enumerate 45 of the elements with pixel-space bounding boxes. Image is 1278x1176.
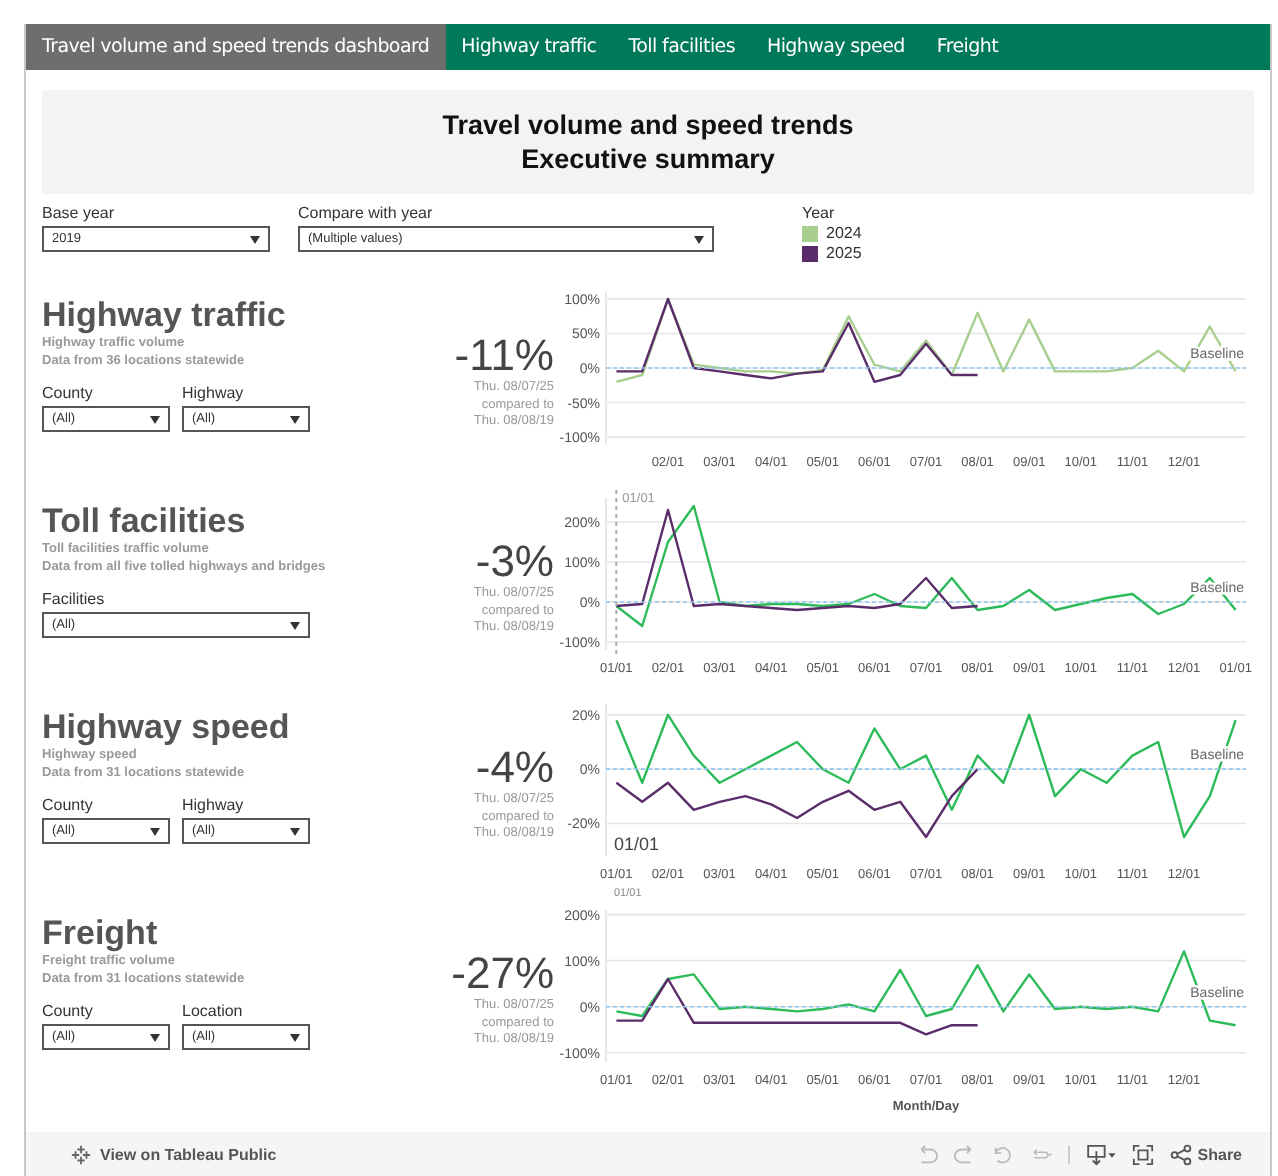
filter-label: Facilities bbox=[42, 590, 107, 608]
legend-label: 2024 bbox=[826, 224, 862, 242]
redo-icon[interactable] bbox=[953, 1143, 976, 1165]
percent-change: -3% bbox=[475, 538, 554, 586]
percent-change: -27% bbox=[451, 950, 554, 998]
filter-label: Highway bbox=[182, 796, 246, 814]
nav-tab[interactable]: Highway traffic bbox=[445, 24, 613, 70]
caret-icon bbox=[150, 1033, 160, 1041]
dashboard-subtitle: Executive summary bbox=[521, 142, 775, 176]
filter-label: County bbox=[42, 384, 95, 402]
filter-label: County bbox=[42, 796, 95, 814]
filter-label: Base year bbox=[42, 204, 117, 222]
caret-icon bbox=[250, 235, 260, 243]
nav-tab[interactable]: Freight bbox=[920, 24, 1014, 70]
dashboard-title: Travel volume and speed trends bbox=[442, 108, 854, 142]
caret-icon bbox=[290, 621, 300, 629]
caret-icon bbox=[290, 415, 300, 423]
caret-icon bbox=[694, 235, 704, 243]
percent-change: -11% bbox=[454, 332, 554, 380]
tableau-public-link[interactable]: View on Tableau Public bbox=[70, 1143, 277, 1165]
caret-icon bbox=[290, 827, 300, 835]
fullscreen-icon[interactable] bbox=[1131, 1143, 1154, 1165]
section-title: Freight bbox=[42, 914, 160, 952]
section-title: Highway traffic bbox=[42, 296, 288, 334]
filter-label: Compare with year bbox=[298, 204, 435, 222]
section-title: Toll facilities bbox=[42, 502, 248, 540]
download-icon[interactable] bbox=[1085, 1143, 1116, 1165]
caret-icon bbox=[290, 1033, 300, 1041]
caret-icon bbox=[150, 827, 160, 835]
filter-label: County bbox=[42, 1002, 95, 1020]
revert-icon[interactable] bbox=[991, 1143, 1014, 1165]
share-button[interactable]: Share bbox=[1169, 1143, 1242, 1165]
percent-change: -4% bbox=[475, 744, 554, 792]
nav-tab[interactable]: Travel volume and speed trends dashboard bbox=[26, 24, 446, 70]
caret-icon bbox=[150, 415, 160, 423]
legend-title: Year bbox=[802, 204, 837, 222]
nav-tab[interactable]: Toll facilities bbox=[612, 24, 751, 70]
filter-label: Location bbox=[182, 1002, 245, 1020]
nav-tab[interactable]: Highway speed bbox=[750, 24, 921, 70]
section-title: Highway speed bbox=[42, 708, 292, 746]
legend-label: 2025 bbox=[826, 244, 862, 262]
date-label: 01/01 bbox=[614, 834, 660, 854]
filter-label: Highway bbox=[182, 384, 246, 402]
share-icon bbox=[1169, 1143, 1192, 1165]
undo-icon[interactable] bbox=[915, 1143, 938, 1165]
